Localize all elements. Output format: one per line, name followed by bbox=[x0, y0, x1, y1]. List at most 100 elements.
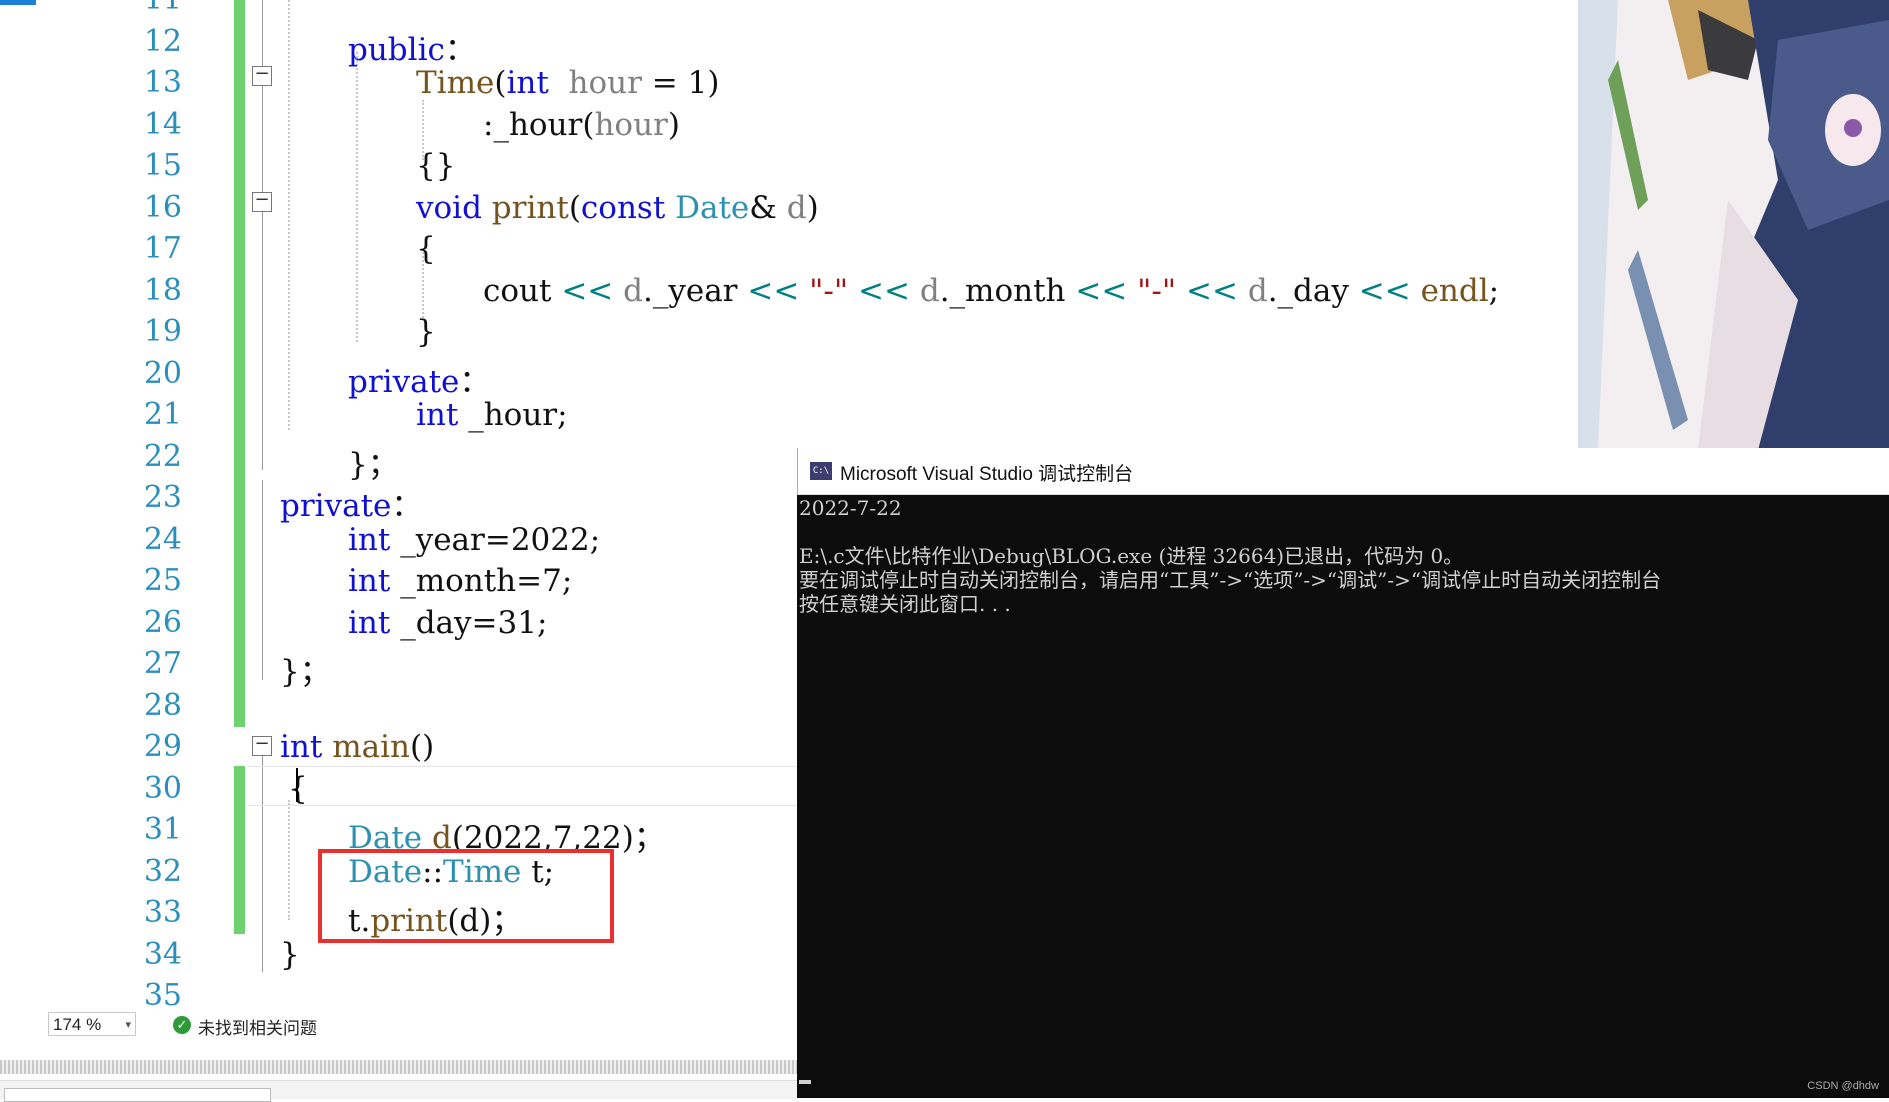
line-number: 18 bbox=[143, 272, 182, 308]
code-line[interactable]: 18 cout << d._year << "-" << d._month << … bbox=[0, 271, 1580, 313]
code-text: } bbox=[416, 314, 436, 350]
code-token: Date bbox=[675, 189, 750, 226]
splitter[interactable] bbox=[0, 1060, 800, 1074]
code-text: int _month=7; bbox=[348, 563, 572, 599]
code-token: _hour; bbox=[458, 397, 568, 433]
code-text: :_hour(hour) bbox=[483, 107, 680, 143]
code-token: const bbox=[580, 189, 666, 226]
code-text: int _hour; bbox=[416, 397, 568, 433]
code-text: }； bbox=[348, 439, 399, 484]
code-line[interactable]: 19} bbox=[0, 312, 1580, 354]
console-titlebar[interactable]: C:\ Microsoft Visual Studio 调试控制台 bbox=[797, 448, 1889, 495]
code-text: private： bbox=[280, 480, 422, 525]
highlight-box bbox=[318, 849, 614, 943]
code-token: ._month bbox=[939, 272, 1076, 309]
line-number: 24 bbox=[143, 521, 182, 557]
code-line[interactable]: 20 private： bbox=[0, 354, 1580, 400]
code-text: cout << d._year << "-" << d._month << "-… bbox=[483, 273, 1499, 309]
code-line[interactable]: 17 { bbox=[0, 229, 1580, 271]
line-number: 22 bbox=[143, 438, 182, 474]
code-line[interactable]: 13 Time(int hour = 1) bbox=[0, 63, 1580, 105]
line-number: 11 bbox=[100, 0, 182, 17]
console-output: 2022-7-22 E:\.c文件\比特作业\Debug\BLOG.exe (进… bbox=[799, 496, 1662, 616]
code-token: ._year bbox=[642, 272, 748, 309]
line-number: 34 bbox=[143, 936, 182, 972]
code-token: "-" bbox=[1137, 272, 1177, 309]
line-number: 19 bbox=[143, 314, 182, 349]
code-line[interactable]: 15 {} bbox=[0, 146, 1580, 188]
code-token: _month=7; bbox=[390, 563, 573, 599]
code-token: << bbox=[747, 272, 800, 309]
code-token: :_hour( bbox=[483, 106, 595, 143]
code-token: int bbox=[348, 563, 391, 599]
watermark: CSDN @dhdw bbox=[1807, 1080, 1879, 1092]
issues-status[interactable]: 未找到相关问题 bbox=[198, 1014, 317, 1039]
code-token: int bbox=[506, 65, 549, 101]
code-token: d bbox=[919, 272, 940, 309]
code-token: << bbox=[561, 272, 614, 309]
code-text: Time(int hour = 1) bbox=[416, 65, 719, 101]
code-line[interactable]: 11 bbox=[0, 0, 1580, 22]
code-text: int _year=2022; bbox=[348, 522, 600, 558]
code-token: & bbox=[749, 189, 787, 226]
line-number: 14 bbox=[143, 106, 182, 142]
chevron-down-icon: ▾ bbox=[125, 1019, 131, 1031]
code-text: {} bbox=[416, 148, 455, 184]
code-text: private： bbox=[348, 356, 490, 401]
line-number: 32 bbox=[143, 853, 182, 889]
zoom-dropdown[interactable]: 174 % ▾ bbox=[48, 1012, 136, 1036]
code-line[interactable]: 21 int _hour; bbox=[0, 395, 1580, 437]
bottom-search-input[interactable] bbox=[4, 1088, 271, 1102]
console-cursor bbox=[799, 1080, 811, 1084]
code-token: int bbox=[348, 521, 391, 558]
code-token: {} bbox=[416, 148, 456, 184]
code-line[interactable]: 16 void print(const Date& d) bbox=[0, 188, 1580, 230]
code-token: << bbox=[858, 272, 910, 309]
code-token: d bbox=[786, 189, 807, 226]
code-text: int _day=31; bbox=[348, 605, 547, 641]
code-token: << bbox=[1186, 272, 1238, 309]
line-number: 30 bbox=[143, 770, 182, 806]
zoom-value: 174 % bbox=[53, 1015, 102, 1034]
console-title: Microsoft Visual Studio 调试控制台 bbox=[840, 464, 1134, 485]
code-text: { bbox=[416, 231, 436, 267]
line-number: 27 bbox=[143, 646, 182, 681]
code-token: d bbox=[623, 272, 643, 309]
check-icon: ✓ bbox=[173, 1016, 191, 1034]
background-artwork bbox=[1578, 0, 1889, 450]
debug-console-window[interactable]: C:\ Microsoft Visual Studio 调试控制台 2022-7… bbox=[797, 448, 1889, 1098]
code-token: hour bbox=[594, 106, 668, 143]
line-number: 17 bbox=[143, 231, 182, 266]
line-number: 15 bbox=[143, 148, 182, 183]
line-number: 29 bbox=[143, 729, 182, 764]
line-number: 31 bbox=[143, 812, 182, 847]
code-token: } bbox=[280, 936, 300, 973]
code-line[interactable]: 12 public： bbox=[0, 22, 1580, 68]
code-token: ( bbox=[494, 65, 507, 101]
line-number: 21 bbox=[143, 397, 182, 432]
code-text: }； bbox=[280, 646, 331, 691]
code-token: hour bbox=[568, 65, 642, 101]
code-token: endl bbox=[1420, 272, 1489, 309]
code-token: int bbox=[416, 397, 459, 433]
code-line[interactable]: 14 :_hour(hour) bbox=[0, 105, 1580, 147]
code-text: int main() bbox=[280, 729, 434, 765]
code-token: int bbox=[280, 729, 323, 765]
code-text: public： bbox=[348, 24, 476, 69]
code-token: ._day bbox=[1267, 272, 1359, 309]
text-caret bbox=[296, 768, 298, 802]
code-token: print bbox=[491, 189, 569, 226]
code-token: = 1) bbox=[641, 65, 720, 101]
line-number: 25 bbox=[143, 563, 182, 598]
code-token: Time bbox=[416, 65, 495, 101]
code-token: } bbox=[416, 314, 436, 350]
code-token: ) bbox=[667, 106, 680, 143]
